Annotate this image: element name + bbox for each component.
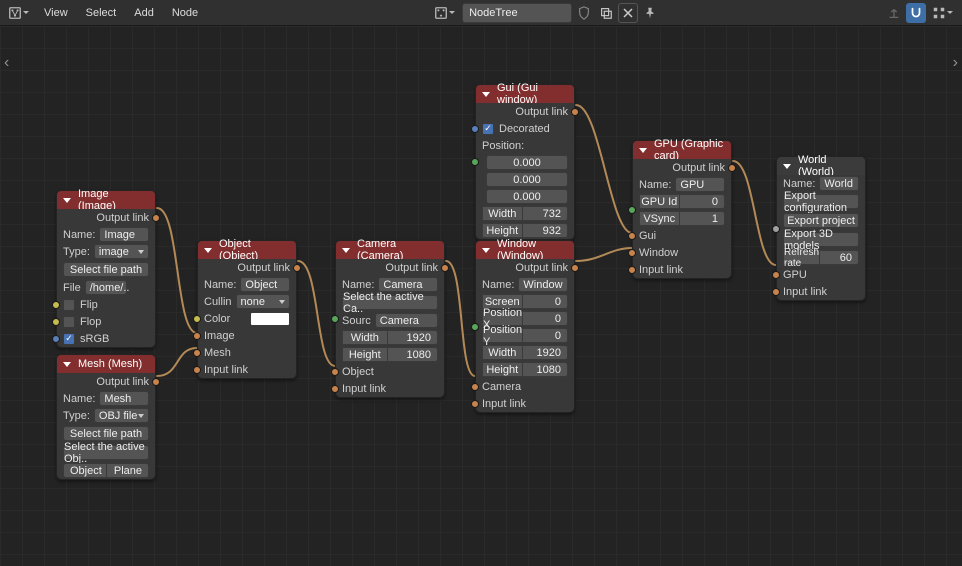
menu-add[interactable]: Add	[126, 0, 162, 26]
vsync-field[interactable]: VSync1	[633, 210, 731, 227]
node-header[interactable]: GPU (Graphic card)	[633, 141, 731, 159]
node-header[interactable]: Image (Image)	[57, 191, 155, 209]
posy-field[interactable]: Position Y0	[476, 327, 574, 344]
input-socket: Input link	[777, 283, 865, 300]
export-3dmodels-button[interactable]: Export 3D models	[783, 232, 859, 247]
out-link: Output link	[476, 259, 574, 276]
world-name-input[interactable]: World	[819, 176, 859, 191]
menu-node[interactable]: Node	[164, 0, 206, 26]
menu-select[interactable]: Select	[78, 0, 125, 26]
srgb-check[interactable]: sRGB	[57, 330, 155, 347]
gui-height-field[interactable]: Height932	[476, 222, 574, 239]
height-field[interactable]: Height1080	[336, 346, 444, 363]
node-mesh[interactable]: Mesh (Mesh) Output link Name:Mesh Type:O…	[56, 354, 156, 480]
node-header[interactable]: World (World)	[777, 157, 865, 175]
object-name-input[interactable]: Object	[240, 277, 290, 292]
node-object[interactable]: Object (Object) Output link Name:Object …	[197, 240, 297, 379]
refresh-rate-field[interactable]: Refresh rate60	[777, 249, 865, 266]
node-gpu[interactable]: GPU (Graphic card) Output link Name:GPU …	[632, 140, 732, 279]
window-name-input[interactable]: Window	[518, 277, 568, 292]
node-header[interactable]: Mesh (Mesh)	[57, 355, 155, 373]
out-link: Output link	[57, 373, 155, 390]
scroll-left-icon[interactable]: ‹	[4, 54, 9, 72]
shield-icon[interactable]	[574, 3, 594, 23]
camera-source-input[interactable]: Camera	[375, 313, 438, 328]
parent-icon[interactable]	[884, 3, 904, 23]
copy-icon[interactable]	[596, 3, 616, 23]
input-socket: Input link	[198, 361, 296, 378]
out-link: Output link	[57, 209, 155, 226]
select-file-path-button[interactable]: Select file path	[63, 426, 149, 441]
mesh-name-input[interactable]: Mesh	[99, 391, 149, 406]
out-link: Output link	[336, 259, 444, 276]
mesh-socket: Mesh	[198, 344, 296, 361]
export-project-button[interactable]: Export project	[783, 213, 859, 228]
pos2-input[interactable]: 0.000	[486, 189, 568, 204]
node-gui[interactable]: Gui (Gui window) Output link Decorated P…	[475, 84, 575, 240]
out-link: Output link	[476, 103, 574, 120]
pin-icon[interactable]	[640, 3, 660, 23]
obj-label: Object	[63, 463, 107, 478]
scroll-right-icon[interactable]: ›	[953, 54, 958, 72]
node-header[interactable]: Gui (Gui window)	[476, 85, 574, 103]
object-socket: Object	[336, 363, 444, 380]
unlink-icon[interactable]	[618, 3, 638, 23]
color-socket[interactable]: Color	[198, 310, 296, 327]
width-field[interactable]: Width1920	[336, 329, 444, 346]
input-socket: Input link	[633, 261, 731, 278]
camera-name-input[interactable]: Camera	[378, 277, 438, 292]
gpu-name-input[interactable]: GPU	[675, 177, 725, 192]
image-type-select[interactable]: image	[94, 244, 149, 259]
pos1-input[interactable]: 0.000	[486, 172, 568, 187]
node-header[interactable]: Object (Object)	[198, 241, 296, 259]
snap-icon[interactable]	[906, 3, 926, 23]
culling-select[interactable]: none	[236, 294, 290, 309]
mesh-type-select[interactable]: OBJ file	[94, 408, 149, 423]
gui-width-field[interactable]: Width732	[476, 205, 574, 222]
select-active-camera-button[interactable]: Select the active Ca..	[342, 295, 438, 310]
window-socket: Window	[633, 244, 731, 261]
node-window[interactable]: Window (Window) Output link Name:Window …	[475, 240, 575, 413]
flip-check[interactable]: Flip	[57, 296, 155, 313]
gui-socket: Gui	[633, 227, 731, 244]
editor-type-dropdown[interactable]	[4, 3, 34, 23]
select-active-obj-button[interactable]: Select the active Obj..	[63, 445, 149, 460]
win-height-field[interactable]: Height1080	[476, 361, 574, 378]
nodetree-name-field[interactable]: NodeTree	[462, 3, 572, 23]
out-link: Output link	[198, 259, 296, 276]
gpu-socket: GPU	[777, 266, 865, 283]
input-socket: Input link	[476, 395, 574, 412]
menu-view[interactable]: View	[36, 0, 76, 26]
file-path-input[interactable]: /home/..	[85, 280, 127, 295]
input-socket: Input link	[336, 380, 444, 397]
node-header[interactable]: Camera (Camera)	[336, 241, 444, 259]
export-config-button[interactable]: Export configuration	[783, 194, 859, 209]
position-label: Position:	[476, 137, 574, 154]
image-name-input[interactable]: Image	[99, 227, 149, 242]
node-image[interactable]: Image (Image) Output link Name:Image Typ…	[56, 190, 156, 348]
node-canvas[interactable]: ‹ › Image (Image) Output link Name:Image…	[0, 26, 962, 566]
top-header: View Select Add Node NodeTree	[0, 0, 962, 26]
node-header[interactable]: Window (Window)	[476, 241, 574, 259]
decorated-check[interactable]: Decorated	[476, 120, 574, 137]
win-width-field[interactable]: Width1920	[476, 344, 574, 361]
image-socket: Image	[198, 327, 296, 344]
gpuid-field[interactable]: GPU Id0	[633, 193, 731, 210]
flop-check[interactable]: Flop	[57, 313, 155, 330]
color-swatch[interactable]	[250, 312, 290, 326]
node-camera[interactable]: Camera (Camera) Output link Name:Camera …	[335, 240, 445, 398]
select-file-path-button[interactable]: Select file path	[63, 262, 149, 277]
nodetree-type-dropdown[interactable]	[430, 3, 460, 23]
out-link: Output link	[633, 159, 731, 176]
snap-options-dropdown[interactable]	[928, 3, 958, 23]
camera-socket: Camera	[476, 378, 574, 395]
pos0-input[interactable]: 0.000	[486, 155, 568, 170]
node-world[interactable]: World (World) Name:World Export configur…	[776, 156, 866, 301]
obj-val[interactable]: Plane	[107, 463, 150, 478]
